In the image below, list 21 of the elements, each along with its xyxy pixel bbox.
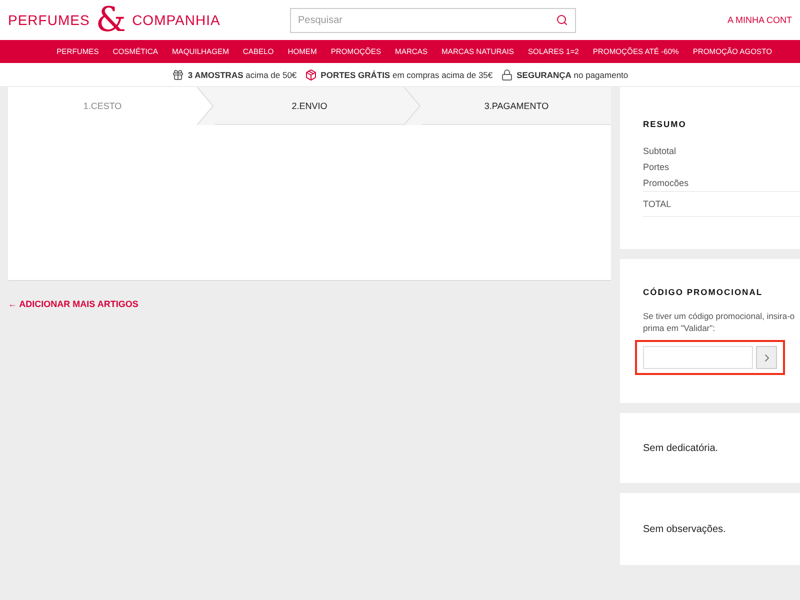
summary-label: Promocões bbox=[643, 177, 690, 190]
summary-label: Subtotal bbox=[643, 145, 678, 158]
perk-text: SEGURANÇA no pagamento bbox=[516, 70, 628, 80]
panel-title: CÓDIGO PROMOCIONAL bbox=[643, 286, 764, 297]
perk-text: 3 AMOSTRAS acima de 50€ bbox=[188, 70, 297, 80]
summary-label: Portes bbox=[643, 161, 670, 174]
search-icon[interactable] bbox=[556, 14, 568, 26]
total-label: TOTAL bbox=[643, 191, 800, 217]
search-field[interactable]: Pesquisar bbox=[290, 8, 576, 32]
account-link[interactable]: A MINHA CONT bbox=[727, 15, 792, 25]
box-icon bbox=[304, 68, 317, 80]
notes-text: Sem observações. bbox=[643, 524, 727, 534]
gift-icon bbox=[172, 68, 184, 80]
lock-icon bbox=[500, 68, 513, 80]
promo-instructions: Se tiver um código promocional, insira-o prima em "Validar": bbox=[643, 310, 796, 334]
perk-text: PORTES GRÁTIS em compras acima de 35€ bbox=[320, 70, 493, 80]
panel-title: RESUMO bbox=[643, 119, 688, 129]
promo-code-field[interactable] bbox=[643, 346, 753, 370]
dedication-text: Sem dedicatória. bbox=[643, 442, 720, 454]
back-link[interactable]: ← ADICIONAR MAIS ARTIGOS bbox=[8, 299, 138, 309]
validate-button[interactable] bbox=[756, 346, 777, 370]
